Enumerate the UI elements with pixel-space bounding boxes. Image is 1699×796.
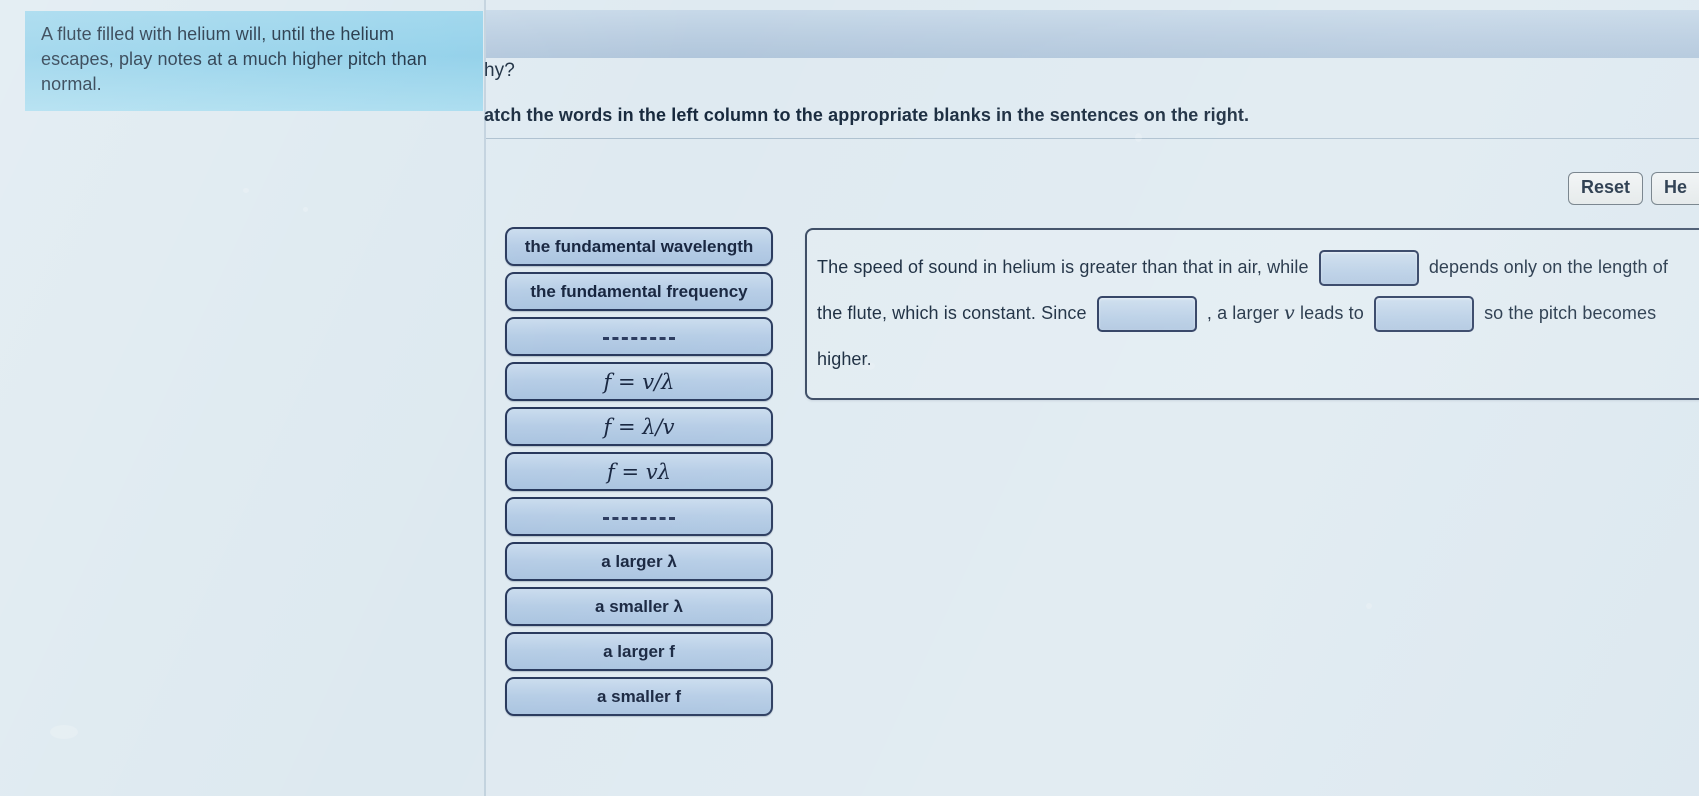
horizontal-divider [486, 138, 1699, 139]
help-button[interactable]: He [1650, 172, 1699, 205]
question-tail-text: hy? [484, 60, 515, 81]
word-tile-label: a smaller λ [595, 596, 683, 616]
word-tile[interactable]: f = vλ [505, 452, 773, 491]
word-tile[interactable]: a smaller f [505, 677, 773, 716]
top-banner-strip [486, 10, 1699, 58]
word-tile[interactable]: a smaller λ [505, 587, 773, 626]
toolbar: Reset He [1567, 172, 1699, 205]
word-tile[interactable]: a larger f [505, 632, 773, 671]
sentence-part-1: The speed of sound in helium is greater … [817, 257, 1309, 277]
word-tile-label: a smaller f [596, 686, 682, 706]
word-tile-label: the fundamental frequency [530, 281, 748, 301]
word-tile-label: a larger λ [601, 551, 677, 571]
instruction-text: atch the words in the left column to the… [484, 105, 1250, 125]
sentence-part-2: depends only on the [1428, 257, 1593, 277]
sentence-text: The speed of sound in helium is greater … [817, 244, 1687, 382]
word-bank-tile-column: the fundamental wavelength the fundament… [505, 227, 773, 716]
word-tile[interactable]: a larger λ [505, 542, 773, 581]
word-tile[interactable]: the fundamental wavelength [505, 227, 773, 266]
word-tile[interactable]: f = v/λ [505, 362, 773, 401]
hint-popup: A flute filled with helium will, until t… [25, 11, 483, 111]
word-tile-label: f = λ/v [603, 414, 675, 439]
dashed-placeholder-icon [603, 513, 675, 520]
word-tile-label: f = vλ [607, 459, 671, 484]
word-tile[interactable]: the fundamental frequency [505, 272, 773, 311]
sentence-part-6: so the [1484, 303, 1534, 323]
word-tile-blank[interactable] [505, 317, 773, 356]
word-tile-label: the fundamental wavelength [524, 236, 754, 256]
screenshot-root: hy? atch the words in the left column to… [0, 0, 1699, 796]
left-pane [0, 0, 484, 796]
drop-blank-3[interactable] [1373, 296, 1474, 333]
sentence-drop-panel: The speed of sound in helium is greater … [805, 228, 1699, 400]
sentence-part-4: , a larger [1206, 303, 1279, 323]
word-tile-blank[interactable] [505, 497, 773, 536]
reset-button[interactable]: Reset [1567, 172, 1643, 205]
word-tile-label: f = v/λ [603, 369, 675, 394]
sentence-part-5: leads to [1299, 303, 1364, 323]
word-tile-label: a larger f [603, 641, 675, 661]
drop-blank-2[interactable] [1096, 296, 1197, 333]
word-tile[interactable]: f = λ/v [505, 407, 773, 446]
sentence-variable-v: v [1284, 302, 1295, 324]
drop-blank-1[interactable] [1318, 250, 1419, 287]
dashed-placeholder-icon [603, 333, 675, 340]
